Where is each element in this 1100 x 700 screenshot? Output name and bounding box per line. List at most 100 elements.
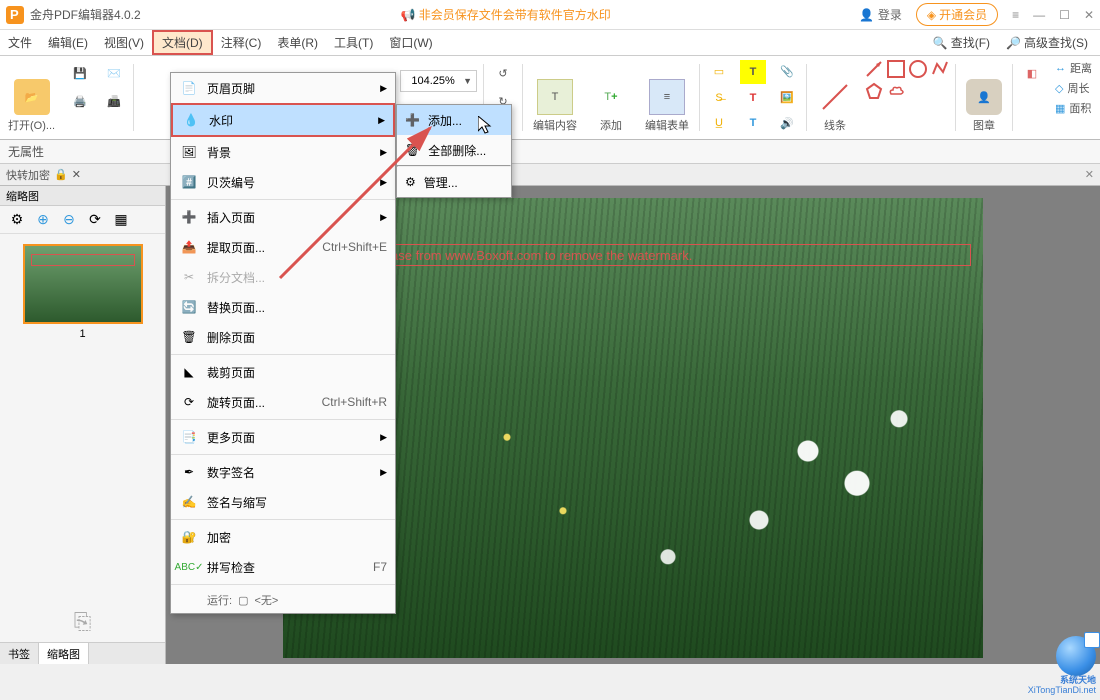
chevron-down-icon[interactable]: ▼ — [463, 76, 472, 86]
submenu-add-watermark[interactable]: ➕添加... — [397, 105, 511, 135]
menu-delete-pages[interactable]: 🗑删除页面 — [171, 322, 395, 352]
menu-comment[interactable]: 注释(C) — [213, 30, 270, 55]
menu-header-footer[interactable]: 📄页眉页脚▶ — [171, 73, 395, 103]
mail-icon[interactable]: ✉️ — [101, 60, 127, 86]
find-button[interactable]: 🔍 查找(F) — [927, 34, 996, 51]
text-bg-icon[interactable]: T — [740, 111, 766, 135]
shape-ellipse-icon[interactable] — [909, 60, 927, 78]
rotate-icon[interactable]: ⟳ — [84, 209, 106, 231]
menu-sign-initials[interactable]: ✍签名与缩写 — [171, 487, 395, 517]
menu-form[interactable]: 表单(R) — [269, 30, 326, 55]
eraser-icon[interactable]: ◧ — [1019, 60, 1045, 86]
zoom-out-icon[interactable]: ⊖ — [58, 209, 80, 231]
undo-icon[interactable]: ↺ — [490, 60, 516, 86]
menu-crop-pages[interactable]: ◣裁剪页面 — [171, 357, 395, 387]
submenu-manage-watermark[interactable]: ⚙管理... — [397, 167, 511, 197]
bates-icon: #️⃣ — [179, 172, 199, 192]
gear-icon[interactable]: ⚙ — [6, 209, 28, 231]
add-text-icon: T+ — [593, 79, 629, 115]
options-icon[interactable]: ▦ — [110, 209, 132, 231]
watermark-submenu: ➕添加... 🗑全部删除... ⚙管理... — [396, 104, 512, 198]
menu-file[interactable]: 文件 — [0, 30, 40, 55]
menu-digital-sign[interactable]: ✒数字签名▶ — [171, 457, 395, 487]
quick-encrypt-tab[interactable]: 快转加密 — [6, 167, 50, 183]
measure-area[interactable]: ▦面积 — [1055, 100, 1092, 116]
sound-icon[interactable]: 🔊 — [774, 111, 800, 135]
menu-encrypt[interactable]: 🔐加密 — [171, 522, 395, 552]
highlight-icon[interactable]: ▭ — [706, 60, 732, 84]
menu-insert-pages[interactable]: ➕插入页面▶ — [171, 202, 395, 232]
watermark-icon: 💧 — [181, 110, 201, 130]
demo-watermark-box: ® Demo. Purchase from www.Boxoft.com to … — [295, 244, 971, 266]
text-highlight-icon[interactable]: T — [740, 60, 766, 84]
image-icon[interactable]: 🖼️ — [774, 86, 800, 110]
brand-line1: 系统天地 — [1060, 675, 1096, 685]
zoom-in-icon[interactable]: ⊕ — [32, 209, 54, 231]
menu-run-row[interactable]: 运行: ▢ <无> — [171, 587, 395, 613]
menu-background[interactable]: 🖼背景▶ — [171, 137, 395, 167]
maximize-icon[interactable]: ☐ — [1059, 8, 1070, 22]
more-pages-icon: 📑 — [179, 427, 199, 447]
tab-bookmark[interactable]: 书签 — [0, 643, 39, 664]
lock-icon: 🔒 — [54, 168, 68, 181]
brand-line2: XiTongTianDi.net — [1028, 686, 1096, 696]
vip-label: 开通会员 — [939, 6, 987, 23]
shape-polyline-icon[interactable] — [931, 60, 949, 78]
edit-form-button[interactable]: ≡ 编辑表单 — [639, 75, 695, 137]
edit-text-icon: T — [537, 79, 573, 115]
shape-rect-icon[interactable] — [887, 60, 905, 78]
lines-button[interactable]: 线条 — [811, 75, 859, 137]
close-icon[interactable]: ✕ — [1084, 8, 1094, 22]
menu-more-pages[interactable]: 📑更多页面▶ — [171, 422, 395, 452]
shape-arrow-icon[interactable] — [865, 60, 883, 78]
zoom-input[interactable] — [405, 75, 461, 87]
scan-icon[interactable]: 📠 — [101, 88, 127, 114]
panel-close-small-icon[interactable]: ✕ — [72, 168, 81, 181]
edit-content-button[interactable]: T 编辑内容 — [527, 75, 583, 137]
chevron-right-icon: ▶ — [380, 83, 387, 94]
menu-bates[interactable]: #️⃣贝茨编号▶ — [171, 167, 395, 197]
zoom-combo[interactable]: ▼ — [400, 70, 477, 92]
stamp-button[interactable]: 👤 图章 — [960, 75, 1008, 137]
measure-perimeter[interactable]: ◇周长 — [1055, 80, 1092, 96]
advanced-find-button[interactable]: 🔎 高级查找(S) — [1000, 34, 1094, 51]
menu-tools[interactable]: 工具(T) — [326, 30, 381, 55]
submenu-delete-all-watermark[interactable]: 🗑全部删除... — [397, 135, 511, 165]
menu-spellcheck[interactable]: ABC✓拼写检查F7 — [171, 552, 395, 582]
diamond-icon: ◈ — [927, 8, 936, 22]
attach-icon[interactable]: 📎 — [774, 60, 800, 84]
horn-icon: 📢 — [401, 8, 415, 22]
save-icon[interactable]: 💾 — [67, 60, 93, 86]
underline-icon[interactable]: U̲ — [706, 111, 732, 135]
initials-icon: ✍ — [179, 492, 199, 512]
menu-extract-pages[interactable]: 📤提取页面...Ctrl+Shift+E — [171, 232, 395, 262]
minimize-icon[interactable]: — — [1033, 8, 1045, 22]
menu-document[interactable]: 文档(D) — [152, 30, 213, 55]
clipboard-icon[interactable]: ⎘ — [0, 602, 165, 642]
vip-button[interactable]: ◈ 开通会员 — [916, 3, 998, 26]
shape-polygon-icon[interactable] — [865, 82, 883, 100]
run-value: <无> — [254, 592, 278, 608]
menu-rotate-pages[interactable]: ⟳旋转页面...Ctrl+Shift+R — [171, 387, 395, 417]
text-color-icon[interactable]: T — [740, 86, 766, 110]
strikeout-icon[interactable]: S̶ — [706, 86, 732, 110]
menu-edit[interactable]: 编辑(E) — [40, 30, 96, 55]
login-button[interactable]: 👤 登录 — [859, 6, 902, 23]
thumbnail-page-1[interactable]: 1 — [23, 244, 143, 340]
menu-icon[interactable]: ≡ — [1012, 8, 1019, 22]
globe-icon — [1056, 636, 1096, 676]
menu-window[interactable]: 窗口(W) — [381, 30, 440, 55]
print-icon[interactable]: 🖨️ — [67, 88, 93, 114]
menu-replace-pages[interactable]: 🔄替换页面... — [171, 292, 395, 322]
measure-distance[interactable]: ↔距离 — [1055, 60, 1092, 76]
panel-close-icon[interactable]: ✕ — [1085, 168, 1094, 181]
thumbs-title: 缩略图 — [6, 188, 39, 204]
open-button[interactable]: 📂 打开(O)... — [2, 75, 61, 137]
notice-text: 非会员保存文件会带有软件官方水印 — [419, 6, 611, 23]
tab-thumbnail[interactable]: 缩略图 — [39, 643, 89, 664]
menu-view[interactable]: 视图(V) — [96, 30, 152, 55]
add-button[interactable]: T+ 添加 — [587, 75, 635, 137]
find-label: 查找(F) — [951, 34, 990, 51]
shape-cloud-icon[interactable] — [887, 82, 905, 100]
menu-watermark[interactable]: 💧水印▶ — [171, 103, 395, 137]
